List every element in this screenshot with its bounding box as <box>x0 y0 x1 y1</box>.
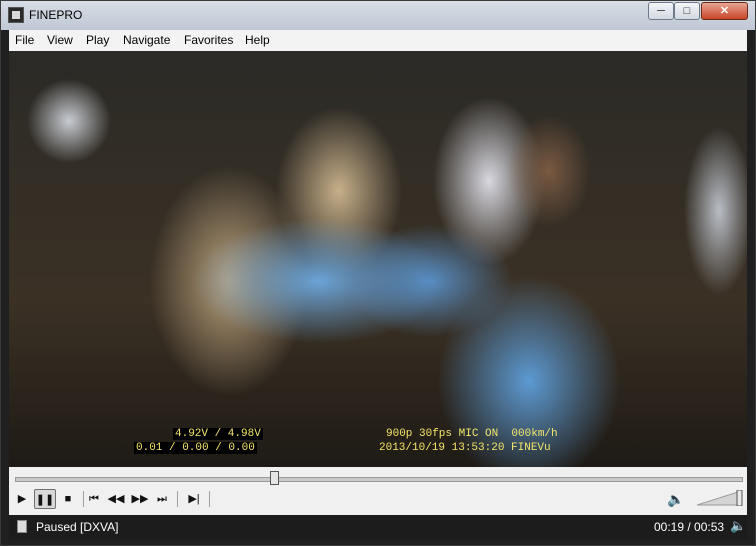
next-button[interactable]: ⏭ <box>151 489 173 509</box>
menu-favorites[interactable]: Favorites <box>184 33 233 47</box>
menu-view[interactable]: View <box>47 33 73 47</box>
time-display: 00:19 / 00:53 <box>654 520 725 534</box>
osd-info: 900p 30fps MIC ON 000km/h <box>386 428 558 440</box>
separator <box>209 491 210 507</box>
minimize-button[interactable]: ─ <box>648 2 674 20</box>
speaker-icon[interactable]: 🔈 <box>667 491 684 508</box>
menu-play[interactable]: Play <box>86 33 109 47</box>
menu-file[interactable]: File <box>15 33 34 47</box>
frame-step-button[interactable]: ▶| <box>183 489 205 509</box>
playback-status: Paused [DXVA] <box>36 520 119 534</box>
osd-datetime: 2013/10/19 13:53:20 FINEVu <box>379 442 551 454</box>
menu-navigate[interactable]: Navigate <box>123 33 170 47</box>
status-icon <box>17 520 27 533</box>
play-button[interactable]: ▶ <box>11 489 33 509</box>
video-area[interactable]: 4.92V / 4.98V 0.01 / 0.00 / 0.00 900p 30… <box>9 51 747 467</box>
prev-button[interactable]: ⏮ <box>83 489 105 509</box>
forward-button[interactable]: ▶▶ <box>129 489 151 509</box>
maximize-button[interactable]: □ <box>674 2 700 20</box>
menu-help[interactable]: Help <box>245 33 270 47</box>
title-bar[interactable]: FINEPRO ─ □ ✕ <box>1 1 755 30</box>
rewind-button[interactable]: ◀◀ <box>105 489 127 509</box>
close-button[interactable]: ✕ <box>701 2 748 20</box>
pause-button[interactable]: ❚❚ <box>34 489 56 509</box>
app-icon[interactable] <box>8 7 24 23</box>
volume-slider[interactable] <box>697 490 743 506</box>
status-speaker-icon[interactable]: 🔈 <box>730 518 746 534</box>
osd-voltage: 4.92V / 4.98V <box>173 428 263 440</box>
volume-handle <box>736 490 743 506</box>
menu-bar: File View Play Navigate Favorites Help <box>9 30 747 51</box>
stop-button[interactable]: ■ <box>57 489 79 509</box>
status-bar: Paused [DXVA] 00:19 / 00:53 🔈 <box>9 515 747 539</box>
separator <box>177 491 178 507</box>
seek-bar[interactable] <box>15 477 743 482</box>
control-panel: ▶ ❚❚ ■ ⏮ ◀◀ ▶▶ ⏭ ▶| 🔈 <box>9 467 747 515</box>
osd-gsensor: 0.01 / 0.00 / 0.00 <box>134 442 257 454</box>
player-window: FINEPRO ─ □ ✕ File View Play Navigate Fa… <box>0 0 756 546</box>
seek-handle[interactable] <box>270 471 280 485</box>
video-frame <box>9 51 747 467</box>
window-title: FINEPRO <box>29 8 83 22</box>
